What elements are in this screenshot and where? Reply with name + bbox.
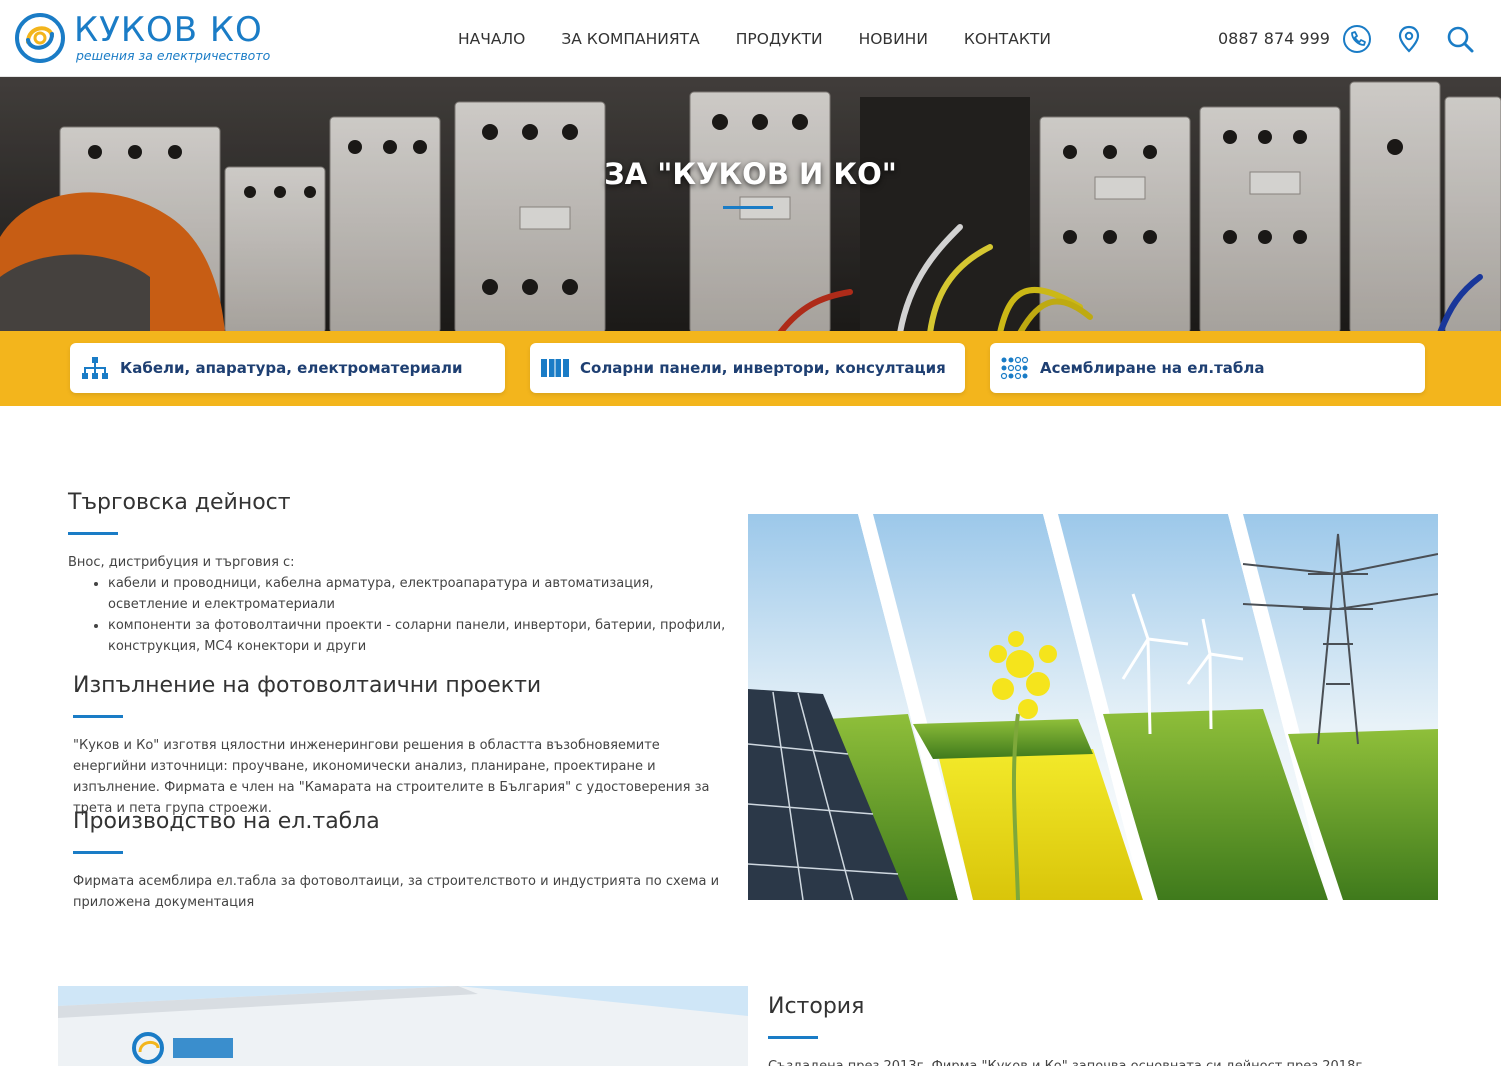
logo-swirl-icon [15, 13, 65, 63]
nav-item-about[interactable]: ЗА КОМПАНИЯТА [561, 30, 699, 48]
nav-item-home[interactable]: НАЧАЛО [458, 30, 525, 48]
renewable-energy-collage-image [748, 514, 1438, 900]
nav-item-products[interactable]: ПРОДУКТИ [736, 30, 823, 48]
company-building-image [58, 986, 748, 1066]
pv-title: Изпълнение на фотоволтаични проекти [73, 673, 542, 698]
card-cables[interactable]: Кабели, апаратура, електроматериали [70, 343, 505, 393]
phone-number[interactable]: 0887 874 999 [1218, 29, 1330, 48]
card-assembly[interactable]: Асемблиране на ел.табла [990, 343, 1425, 393]
trade-list: кабели и проводници, кабелна арматура, е… [88, 573, 728, 657]
services-band: Кабели, апаратура, електроматериали Сола… [0, 331, 1501, 406]
card-label: Асемблиране на ел.табла [1040, 359, 1265, 377]
site-logo[interactable]: КУКОВ КО решения за електричеството [14, 10, 274, 68]
hero-banner: ЗА "КУКОВ И КО" [0, 77, 1501, 333]
panels-title: Производство на ел.табла [73, 809, 380, 834]
card-label: Кабели, апаратура, електроматериали [120, 359, 463, 377]
search-icon[interactable] [1445, 24, 1475, 54]
card-solar[interactable]: Соларни панели, инвертори, консултация [530, 343, 965, 393]
history-title: История [768, 994, 865, 1019]
phone-icon[interactable] [1342, 24, 1372, 54]
list-item: компоненти за фотоволтаични проекти - со… [108, 615, 728, 657]
history-title-underline [768, 1036, 818, 1039]
location-pin-icon[interactable] [1394, 24, 1424, 54]
hero-title: ЗА "КУКОВ И КО" [604, 157, 897, 191]
list-item: кабели и проводници, кабелна арматура, е… [108, 573, 728, 615]
history-text: Създадена през 2013г. Фирма "Куков и Ко"… [768, 1056, 1448, 1066]
nav-item-news[interactable]: НОВИНИ [859, 30, 928, 48]
hero-title-underline [723, 206, 773, 209]
trade-title: Търговска дейност [68, 490, 291, 515]
trade-intro: Внос, дистрибуция и търговия с: [68, 555, 295, 570]
dots-grid-icon [1000, 356, 1029, 380]
card-label: Соларни панели, инвертори, консултация [580, 359, 946, 377]
pv-title-underline [73, 715, 123, 718]
nav-item-contacts[interactable]: КОНТАКТИ [964, 30, 1051, 48]
logo-name: КУКОВ КО [74, 10, 263, 50]
pv-text: "Куков и Ко" изготвя цялостни инженеринг… [73, 738, 710, 816]
main-nav: НАЧАЛО ЗА КОМПАНИЯТА ПРОДУКТИ НОВИНИ КОН… [440, 0, 1069, 77]
panels-text: Фирмата асемблира ел.табла за фотоволтаи… [73, 874, 720, 910]
trade-title-underline [68, 532, 118, 535]
solar-panel-icon [541, 359, 569, 377]
hierarchy-icon [82, 357, 108, 379]
panels-title-underline [73, 851, 123, 854]
site-header: КУКОВ КО решения за електричеството НАЧА… [0, 0, 1501, 77]
hero-electrical-panel-image [0, 77, 1501, 333]
logo-tagline: решения за електричеството [76, 48, 271, 63]
